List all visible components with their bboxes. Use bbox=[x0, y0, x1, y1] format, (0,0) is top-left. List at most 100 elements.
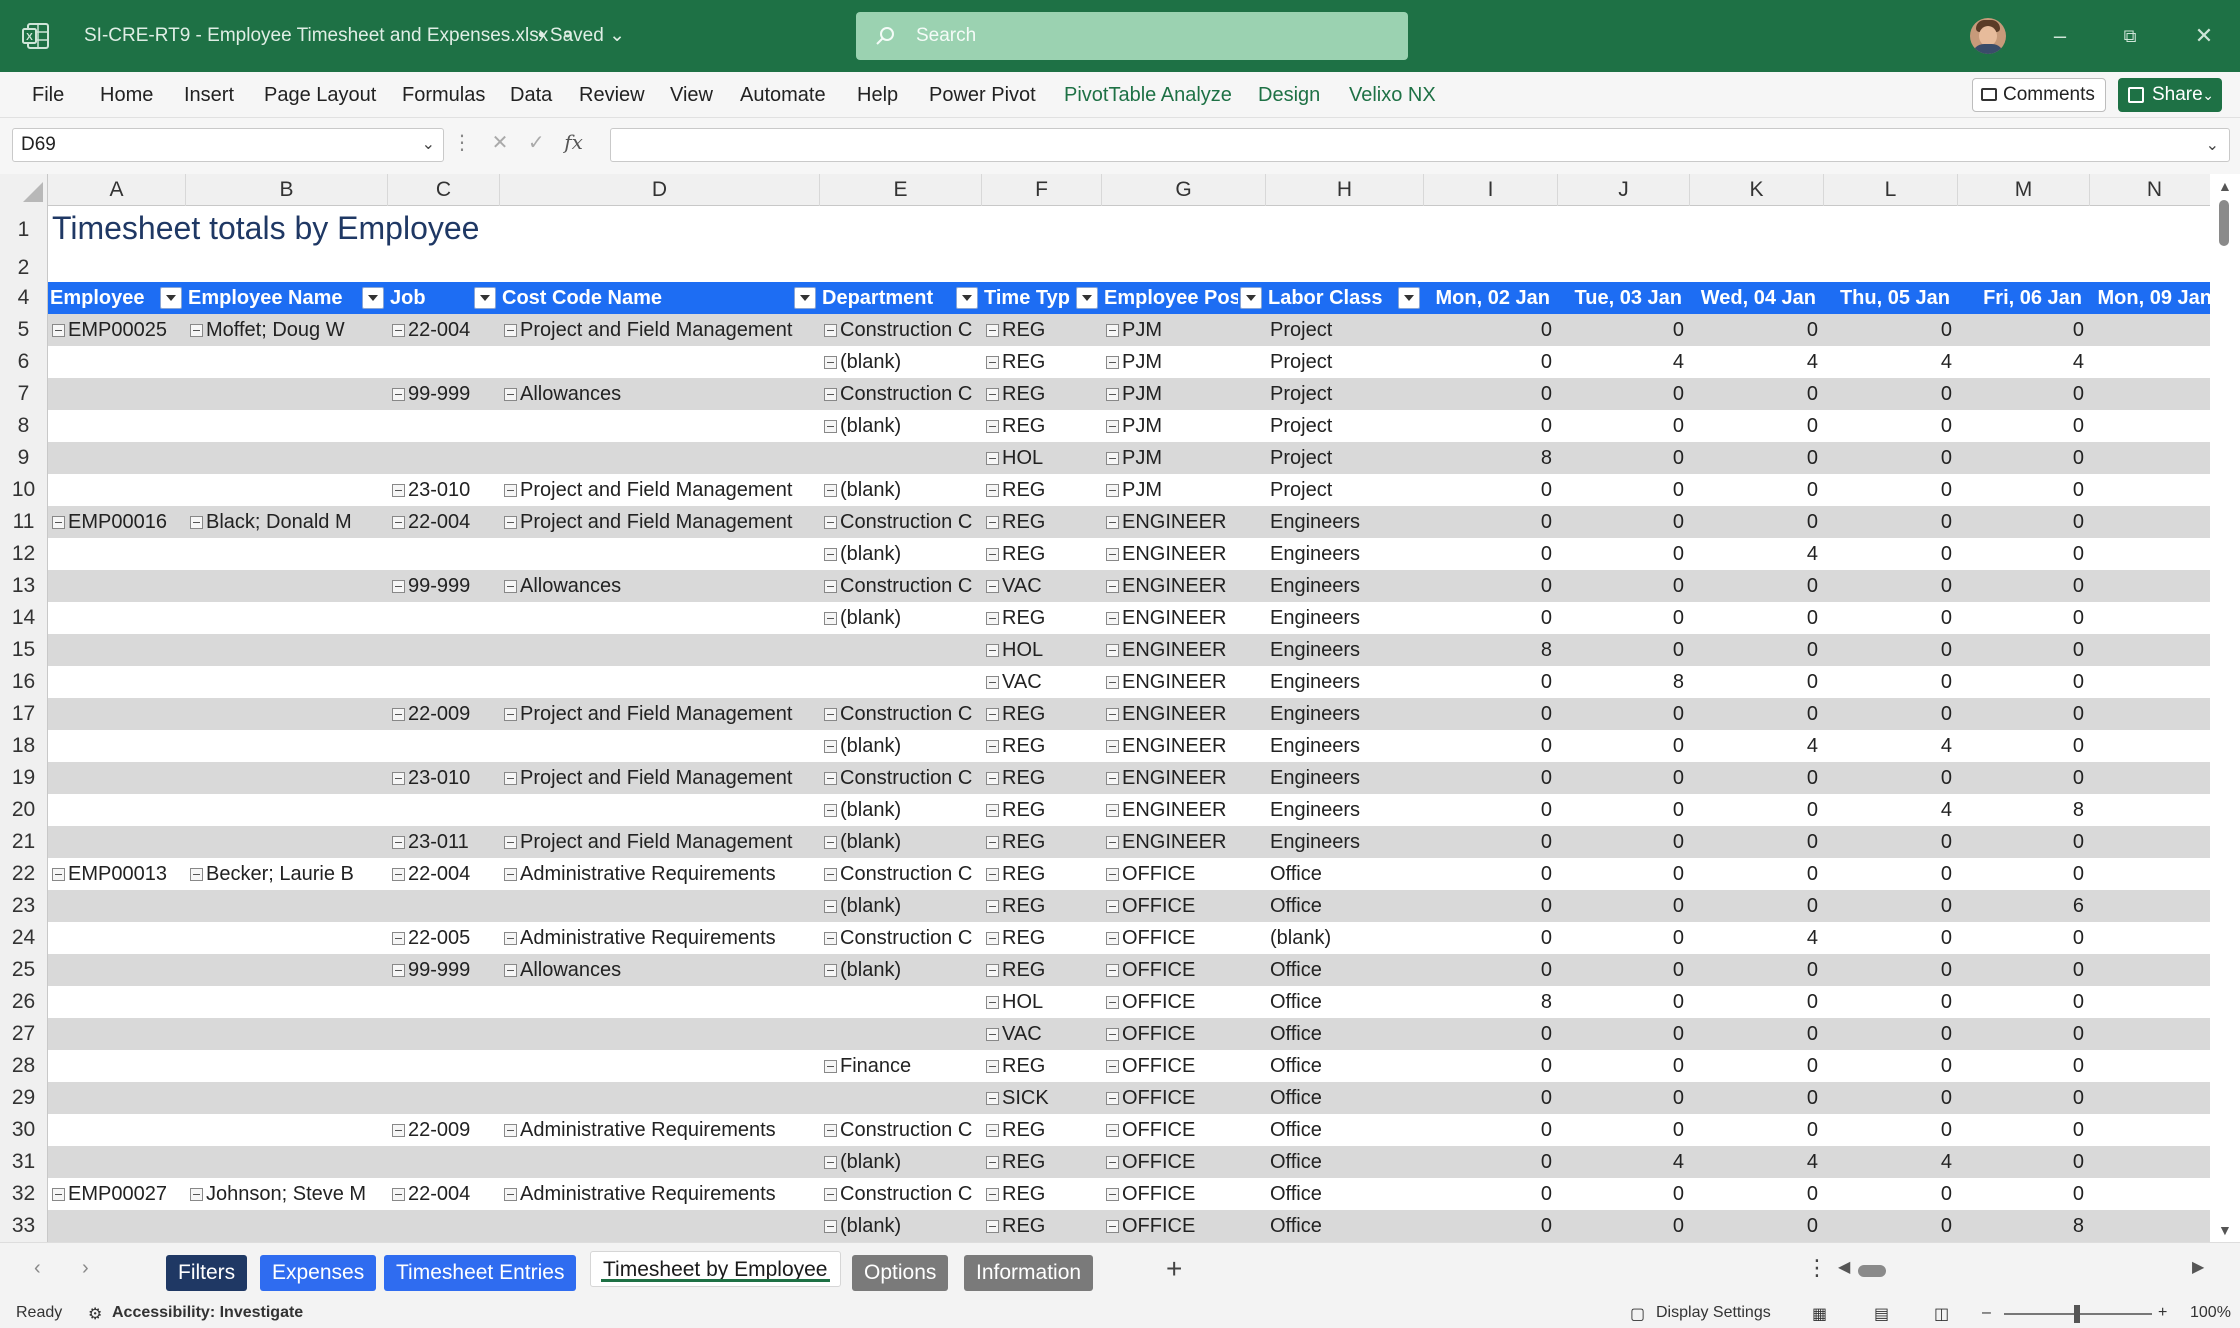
name-box[interactable]: D69 ⌄ bbox=[12, 128, 444, 162]
filter-dropdown-icon[interactable] bbox=[794, 287, 816, 309]
cell-job[interactable]: 99-999 bbox=[392, 954, 498, 986]
row-header[interactable]: 18 bbox=[0, 730, 48, 762]
cell-hours[interactable]: 0 bbox=[1958, 378, 2090, 410]
menu-data[interactable]: Data bbox=[510, 84, 552, 107]
collapse-icon[interactable] bbox=[986, 675, 999, 689]
collapse-icon[interactable] bbox=[986, 867, 999, 881]
row-header[interactable]: 2 bbox=[0, 254, 48, 282]
cell-hours[interactable]: 0 bbox=[1690, 314, 1824, 346]
collapse-icon[interactable] bbox=[1106, 387, 1119, 401]
collapse-icon[interactable] bbox=[1106, 835, 1119, 849]
cell-hours[interactable]: 0 bbox=[1958, 314, 2090, 346]
filter-dropdown-icon[interactable] bbox=[474, 287, 496, 309]
collapse-icon[interactable] bbox=[824, 1187, 837, 1201]
cell-hours[interactable]: 4 bbox=[1690, 730, 1824, 762]
cell-hours[interactable]: 0 bbox=[1558, 378, 1690, 410]
cell-hours[interactable]: 0 bbox=[1558, 922, 1690, 954]
minimize-icon[interactable]: – bbox=[2040, 18, 2080, 54]
cell-dept[interactable] bbox=[824, 1018, 980, 1050]
cell-type[interactable]: HOL bbox=[986, 634, 1100, 666]
cell-dept[interactable] bbox=[824, 442, 980, 474]
cell-dept[interactable]: (blank) bbox=[824, 474, 980, 506]
cell-cost[interactable] bbox=[504, 410, 818, 442]
menu-pivottable-analyze[interactable]: PivotTable Analyze bbox=[1064, 84, 1232, 107]
cell-emp[interactable] bbox=[52, 762, 184, 794]
cell-dept[interactable]: (blank) bbox=[824, 826, 980, 858]
collapse-icon[interactable] bbox=[52, 323, 65, 337]
cell-hours[interactable]: 0 bbox=[1690, 1018, 1824, 1050]
cell-hours[interactable]: 4 bbox=[1558, 1146, 1690, 1178]
cell-hours[interactable]: 0 bbox=[1424, 954, 1558, 986]
collapse-icon[interactable] bbox=[824, 483, 837, 497]
cell-emp[interactable] bbox=[52, 1082, 184, 1114]
cell-lc[interactable]: Engineers bbox=[1270, 506, 1422, 538]
collapse-icon[interactable] bbox=[504, 707, 517, 721]
cell-dept[interactable]: (blank) bbox=[824, 1146, 980, 1178]
row-header[interactable]: 10 bbox=[0, 474, 48, 506]
more-options-icon[interactable]: ⋮ bbox=[1806, 1255, 1828, 1281]
cell-cost[interactable]: Project and Field Management bbox=[504, 762, 818, 794]
collapse-icon[interactable] bbox=[824, 579, 837, 593]
cell-dept[interactable]: Finance bbox=[824, 1050, 980, 1082]
collapse-icon[interactable] bbox=[824, 515, 837, 529]
collapse-icon[interactable] bbox=[504, 515, 517, 529]
collapse-icon[interactable] bbox=[986, 803, 999, 817]
cell-job[interactable]: 22-004 bbox=[392, 1178, 498, 1210]
cell-hours[interactable]: 0 bbox=[1558, 602, 1690, 634]
cell-pos[interactable]: PJM bbox=[1106, 346, 1264, 378]
filter-dropdown-icon[interactable] bbox=[160, 287, 182, 309]
cell-dept[interactable] bbox=[824, 986, 980, 1018]
cell-job[interactable]: 22-004 bbox=[392, 314, 498, 346]
cell-hours[interactable]: 0 bbox=[1690, 410, 1824, 442]
cell-hours[interactable]: 0 bbox=[1690, 666, 1824, 698]
cell-name[interactable]: Moffet; Doug W bbox=[190, 314, 386, 346]
collapse-icon[interactable] bbox=[1106, 739, 1119, 753]
zoom-slider[interactable] bbox=[2004, 1305, 2152, 1323]
cell-hours[interactable]: 8 bbox=[1958, 1210, 2090, 1242]
cell-hours[interactable]: 0 bbox=[1690, 1050, 1824, 1082]
cell-cost[interactable] bbox=[504, 1210, 818, 1242]
cell-emp[interactable] bbox=[52, 602, 184, 634]
cell-hours[interactable]: 0 bbox=[1690, 1082, 1824, 1114]
cell-hours[interactable]: 0 bbox=[1958, 570, 2090, 602]
cell-type[interactable]: SICK bbox=[986, 1082, 1100, 1114]
collapse-icon[interactable] bbox=[1106, 675, 1119, 689]
cell-name[interactable] bbox=[190, 1082, 386, 1114]
collapse-icon[interactable] bbox=[986, 1059, 999, 1073]
cell-cost[interactable]: Project and Field Management bbox=[504, 698, 818, 730]
cell-pos[interactable]: OFFICE bbox=[1106, 1146, 1264, 1178]
cell-hours[interactable]: 0 bbox=[1424, 1050, 1558, 1082]
cell-hours[interactable]: 0 bbox=[1958, 698, 2090, 730]
row-header[interactable]: 1 bbox=[0, 206, 48, 254]
collapse-icon[interactable] bbox=[190, 323, 203, 337]
cell-hours[interactable]: 0 bbox=[1958, 474, 2090, 506]
collapse-icon[interactable] bbox=[1106, 323, 1119, 337]
row-header[interactable]: 28 bbox=[0, 1050, 48, 1082]
cell-emp[interactable] bbox=[52, 474, 184, 506]
cell-type[interactable]: REG bbox=[986, 698, 1100, 730]
display-settings-button[interactable]: Display Settings bbox=[1656, 1304, 1771, 1322]
cell-type[interactable]: HOL bbox=[986, 986, 1100, 1018]
cell-emp[interactable]: EMP00027 bbox=[52, 1178, 184, 1210]
cell-pos[interactable]: PJM bbox=[1106, 442, 1264, 474]
cell-hours[interactable]: 4 bbox=[1690, 538, 1824, 570]
cell-hours[interactable]: 0 bbox=[1824, 474, 1958, 506]
more-options-icon[interactable]: ⋮ bbox=[452, 130, 472, 155]
collapse-icon[interactable] bbox=[1106, 579, 1119, 593]
cell-cost[interactable] bbox=[504, 666, 818, 698]
cell-name[interactable] bbox=[190, 1114, 386, 1146]
row-header[interactable]: 22 bbox=[0, 858, 48, 890]
cell-name[interactable] bbox=[190, 570, 386, 602]
cell-lc[interactable]: Engineers bbox=[1270, 826, 1422, 858]
cell-pos[interactable]: PJM bbox=[1106, 378, 1264, 410]
cell-emp[interactable] bbox=[52, 954, 184, 986]
cell-pos[interactable]: ENGINEER bbox=[1106, 634, 1264, 666]
cell-hours[interactable]: 0 bbox=[1558, 762, 1690, 794]
cell-name[interactable] bbox=[190, 1050, 386, 1082]
collapse-icon[interactable] bbox=[504, 483, 517, 497]
cell-hours[interactable]: 0 bbox=[1690, 986, 1824, 1018]
next-sheet-icon[interactable]: › bbox=[82, 1257, 89, 1280]
collapse-icon[interactable] bbox=[824, 547, 837, 561]
collapse-icon[interactable] bbox=[986, 1187, 999, 1201]
cell-type[interactable]: REG bbox=[986, 314, 1100, 346]
